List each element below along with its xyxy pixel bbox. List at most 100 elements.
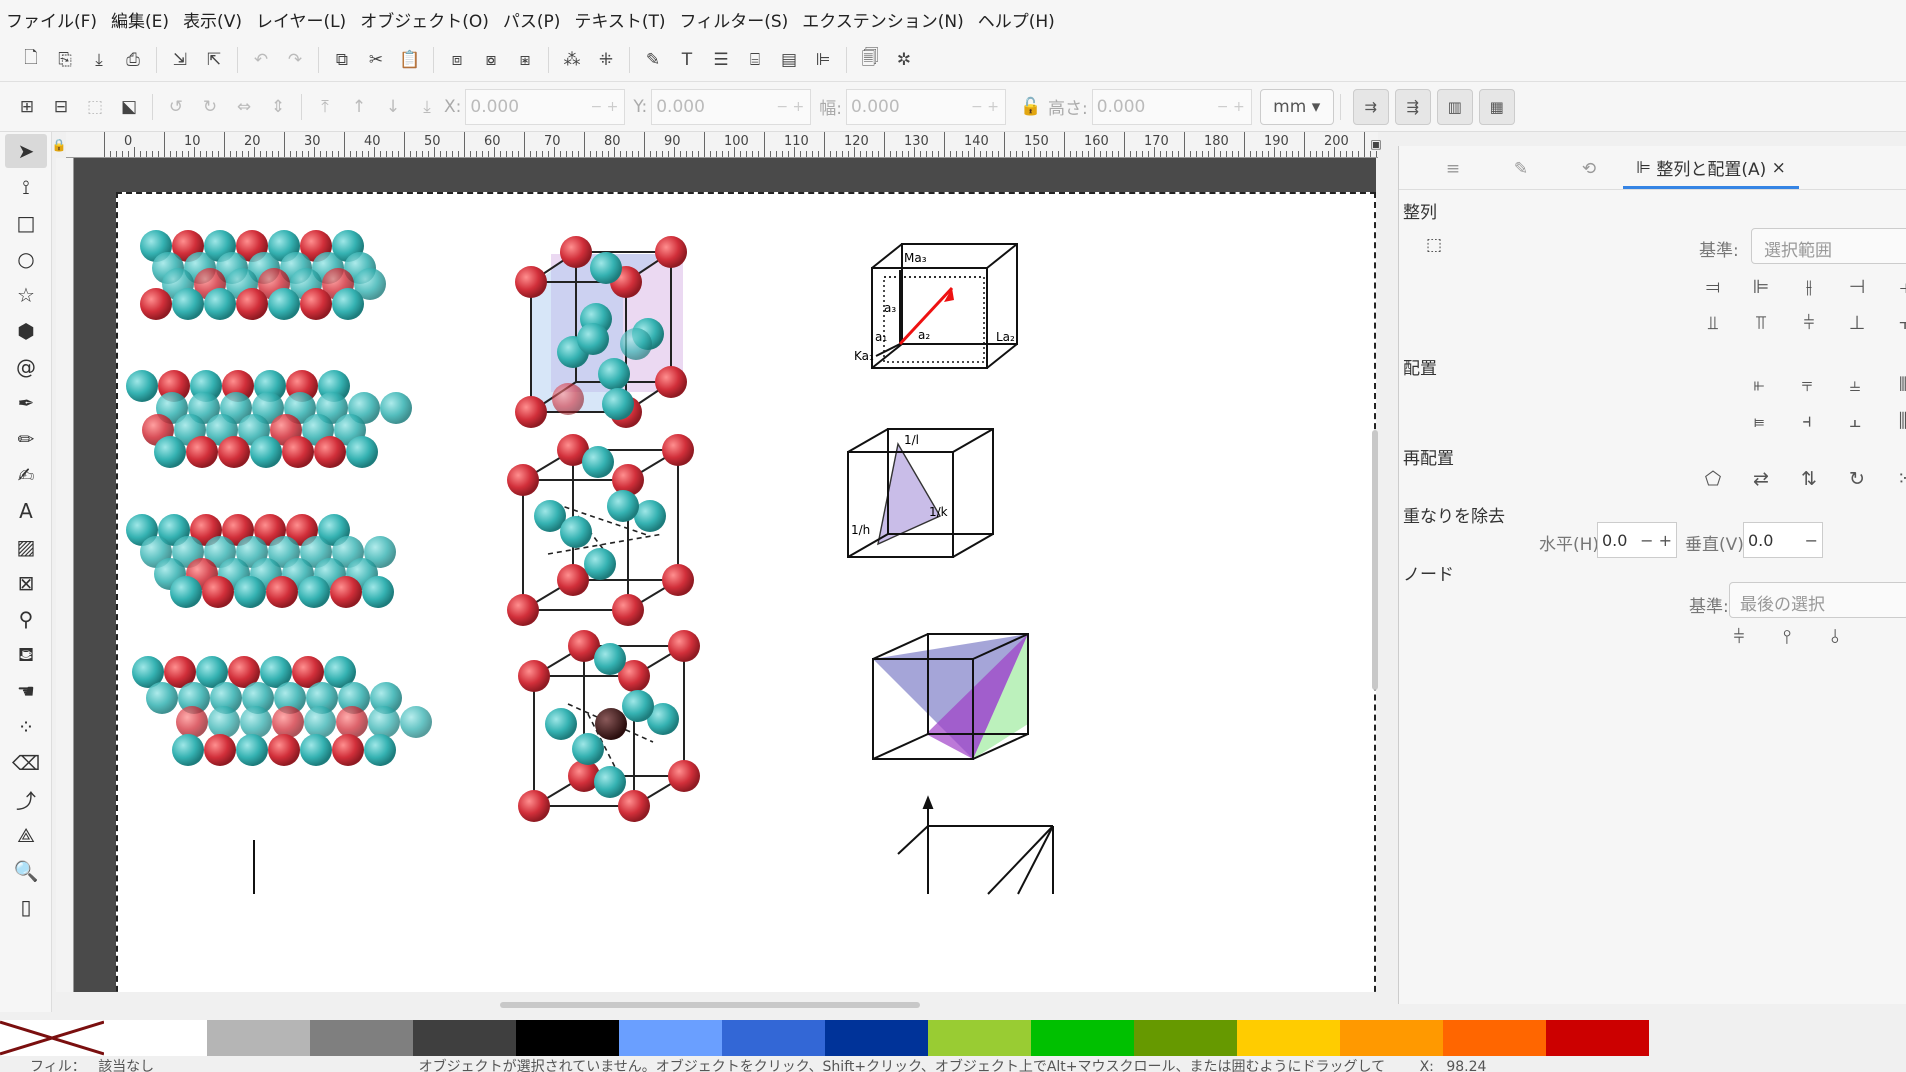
menu-file[interactable]: ファイル(F) <box>6 7 97 32</box>
exchange-z-order-icon[interactable]: ⇅ <box>1785 462 1833 496</box>
objects-icon[interactable]: ▤ <box>772 43 806 77</box>
align-right-icon[interactable]: ⊣ <box>1833 270 1881 304</box>
color-swatch[interactable] <box>722 1020 825 1056</box>
packing-layer-1[interactable] <box>140 230 386 320</box>
menu-edit[interactable]: 編集(E) <box>111 7 169 32</box>
move-pattern-icon[interactable]: ▦ <box>1478 88 1515 125</box>
print-icon[interactable]: ⎙ <box>116 43 150 77</box>
menu-layer[interactable]: レイヤー(L) <box>256 7 346 32</box>
redo-icon[interactable]: ↷ <box>278 43 312 77</box>
align-left-icon[interactable]: ⊫ <box>1737 270 1785 304</box>
fcc-cell-center-atom[interactable] <box>518 630 700 822</box>
color-swatch[interactable] <box>413 1020 516 1056</box>
paste-icon[interactable]: 📋 <box>393 43 427 77</box>
align-bottom-icon[interactable]: ⊥ <box>1833 306 1881 340</box>
rectangle-tool-icon[interactable]: □ <box>5 206 47 240</box>
pages-tool-icon[interactable]: ▯ <box>5 890 47 924</box>
align-nodes-v-icon[interactable]: ⫯ <box>1763 620 1811 654</box>
selector-tool-icon[interactable]: ➤ <box>5 134 47 168</box>
x-stepper[interactable]: − + <box>590 99 618 115</box>
menu-view[interactable]: 表示(V) <box>183 7 242 32</box>
text-font-icon[interactable]: T <box>670 43 704 77</box>
align-bottom-anchor-icon[interactable]: ⫫ <box>1689 306 1737 340</box>
color-swatch[interactable] <box>1134 1020 1237 1056</box>
group-icon[interactable]: ⁂ <box>555 43 589 77</box>
vertical-ruler[interactable] <box>56 158 74 992</box>
color-swatch[interactable] <box>1340 1020 1443 1056</box>
menu-text[interactable]: テキスト(T) <box>574 7 665 32</box>
tab-objects-icon[interactable]: ≡ <box>1419 149 1487 189</box>
copy-icon[interactable]: ⧉ <box>325 43 359 77</box>
partial-axes-diagram[interactable] <box>253 795 1054 895</box>
y-input[interactable]: 0.000 − + <box>651 88 812 125</box>
horizontal-scrollbar[interactable] <box>500 1002 920 1008</box>
dropper-tool-icon[interactable]: ⚲ <box>5 602 47 636</box>
align-center-h-icon[interactable]: ⫲ <box>1785 270 1833 304</box>
menu-filter[interactable]: フィルター(S) <box>680 7 789 32</box>
paint-bucket-tool-icon[interactable]: ⛾ <box>5 638 47 672</box>
color-swatch[interactable] <box>516 1020 619 1056</box>
scale-stroke-icon[interactable]: ⇉ <box>1352 88 1389 125</box>
miller-plane-cube[interactable]: 1/l 1/k 1/h <box>847 428 994 558</box>
lower-icon[interactable]: ↓ <box>376 90 410 124</box>
star-tool-icon[interactable]: ☆ <box>5 278 47 312</box>
spiral-tool-icon[interactable]: @ <box>5 350 47 384</box>
distribute-gaps-v-icon[interactable]: ⫼ <box>1879 404 1906 438</box>
color-swatch[interactable] <box>825 1020 928 1056</box>
clone-icon[interactable]: ⧇ <box>474 43 508 77</box>
document-page[interactable]: Ma₃ La₂ Ka₁ a₁ a₂ a₃ 1/l 1/k 1/h <box>116 192 1376 992</box>
deselect-icon[interactable]: ⬚ <box>78 90 112 124</box>
3d-box-tool-icon[interactable]: ⬢ <box>5 314 47 348</box>
tab-close-icon[interactable]: × <box>1772 158 1786 178</box>
color-swatch[interactable] <box>1237 1020 1340 1056</box>
canvas-corner-icon[interactable]: ▣ <box>1368 134 1384 154</box>
width-input[interactable]: 0.000 − + <box>845 88 1006 125</box>
pen-tool-icon[interactable]: ✒ <box>5 386 47 420</box>
distribute-gaps-h-icon[interactable]: ⫴ <box>1879 368 1906 402</box>
flip-horizontal-icon[interactable]: ⇔ <box>227 90 261 124</box>
exchange-clockwise-icon[interactable]: ↻ <box>1833 462 1881 496</box>
fcc-cell-with-planes[interactable] <box>515 236 687 428</box>
exchange-selection-icon[interactable]: ⇄ <box>1737 462 1785 496</box>
spray-tool-icon[interactable]: ⁘ <box>5 710 47 744</box>
align-distribute-icon[interactable]: ☰ <box>704 43 738 77</box>
preferences-icon[interactable]: ✲ <box>887 43 921 77</box>
xml-editor-icon[interactable]: ⌸ <box>738 43 772 77</box>
open-icon[interactable]: ⎘ <box>48 43 82 77</box>
menu-path[interactable]: パス(P) <box>503 7 561 32</box>
packing-layer-3[interactable] <box>126 514 396 608</box>
distribute-bottom-icon[interactable]: ⫠ <box>1831 404 1879 438</box>
pencil-tool-icon[interactable]: ✏ <box>5 422 47 456</box>
lower-bottom-icon[interactable]: ⤓ <box>410 90 444 124</box>
connector-tool-icon[interactable]: ⤴ <box>5 782 47 816</box>
fcc-cell-octahedral[interactable] <box>507 434 694 626</box>
distribute-center-v-icon[interactable]: ⫞ <box>1783 404 1831 438</box>
eraser-tool-icon[interactable]: ⌫ <box>5 746 47 780</box>
colored-planes-cube[interactable] <box>872 633 1029 760</box>
distribute-right-icon[interactable]: ⫨ <box>1831 368 1879 402</box>
color-swatch[interactable] <box>619 1020 722 1056</box>
layers-icon[interactable]: ⊫ <box>806 43 840 77</box>
lattice-vector-cube[interactable]: Ma₃ La₂ Ka₁ a₁ a₂ a₃ <box>854 243 1018 369</box>
tweak-tool-icon[interactable]: ☚ <box>5 674 47 708</box>
packing-layer-2[interactable] <box>126 370 412 468</box>
undo-icon[interactable]: ↶ <box>244 43 278 77</box>
calligraphy-tool-icon[interactable]: ✍ <box>5 458 47 492</box>
packing-layer-4[interactable] <box>132 656 432 766</box>
move-gradient-icon[interactable]: ▥ <box>1436 88 1473 125</box>
align-center-v-icon[interactable]: ⫩ <box>1785 306 1833 340</box>
rotate-cw-icon[interactable]: ↻ <box>193 90 227 124</box>
horizontal-gap-input[interactable]: 0.0− + <box>1597 522 1677 558</box>
color-swatch[interactable] <box>207 1020 310 1056</box>
color-swatch[interactable] <box>1443 1020 1546 1056</box>
menu-extensions[interactable]: エクステンション(N) <box>802 7 963 32</box>
y-stepper[interactable]: − + <box>776 99 804 115</box>
distribute-top-icon[interactable]: ⫢ <box>1735 404 1783 438</box>
color-swatch[interactable] <box>1031 1020 1134 1056</box>
tab-align-distribute[interactable]: ⊫ 整列と配置(A) × <box>1623 149 1799 189</box>
color-swatch[interactable] <box>104 1020 207 1056</box>
fill-stroke-icon[interactable]: ✎ <box>636 43 670 77</box>
select-all-icon[interactable]: ⊞ <box>10 90 44 124</box>
import-icon[interactable]: ⇲ <box>163 43 197 77</box>
no-paint-swatch[interactable] <box>0 1020 105 1056</box>
